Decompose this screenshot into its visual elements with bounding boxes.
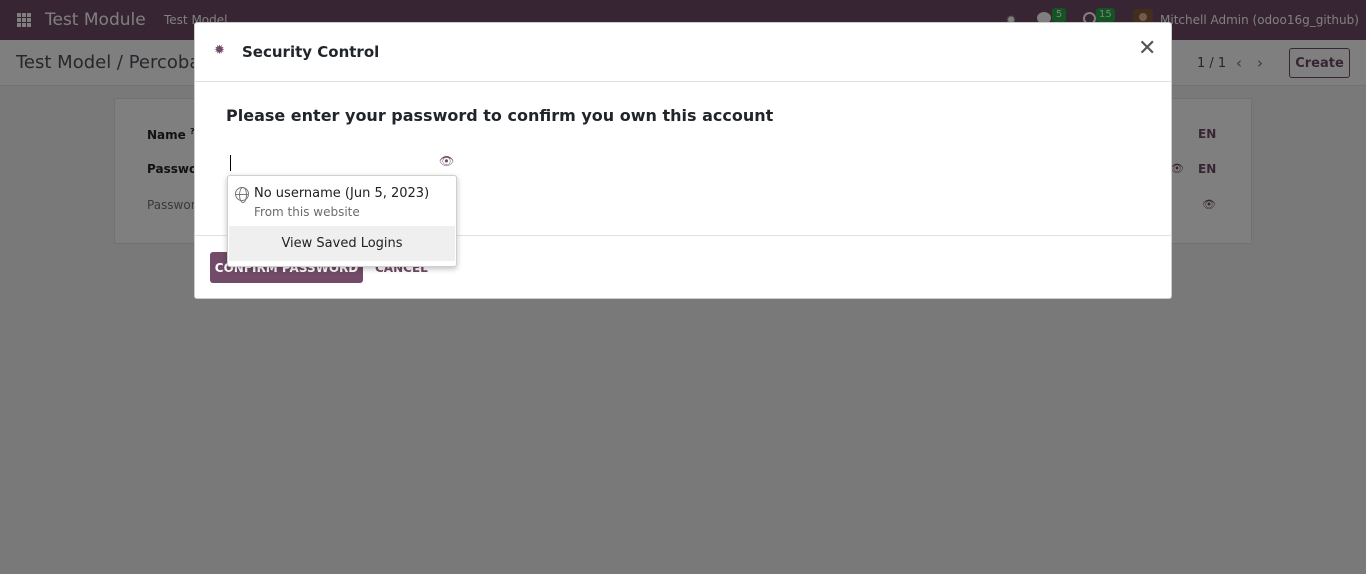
dialog-header: ✹ Security Control ✕ bbox=[195, 23, 1171, 82]
text-caret bbox=[230, 155, 231, 171]
close-icon[interactable]: ✕ bbox=[1138, 38, 1156, 60]
autofill-dropdown: No username (Jun 5, 2023) From this webs… bbox=[227, 175, 457, 267]
dialog-title: Security Control bbox=[242, 43, 380, 61]
dialog-prompt: Please enter your password to confirm yo… bbox=[226, 106, 774, 125]
saved-login-title: No username (Jun 5, 2023) bbox=[254, 186, 430, 201]
saved-login-source: From this website bbox=[254, 205, 360, 219]
bug-icon: ✹ bbox=[214, 43, 225, 58]
eye-icon[interactable]: 👁 bbox=[439, 154, 454, 168]
view-saved-logins-button[interactable]: View Saved Logins bbox=[229, 226, 455, 261]
globe-icon bbox=[235, 187, 249, 203]
